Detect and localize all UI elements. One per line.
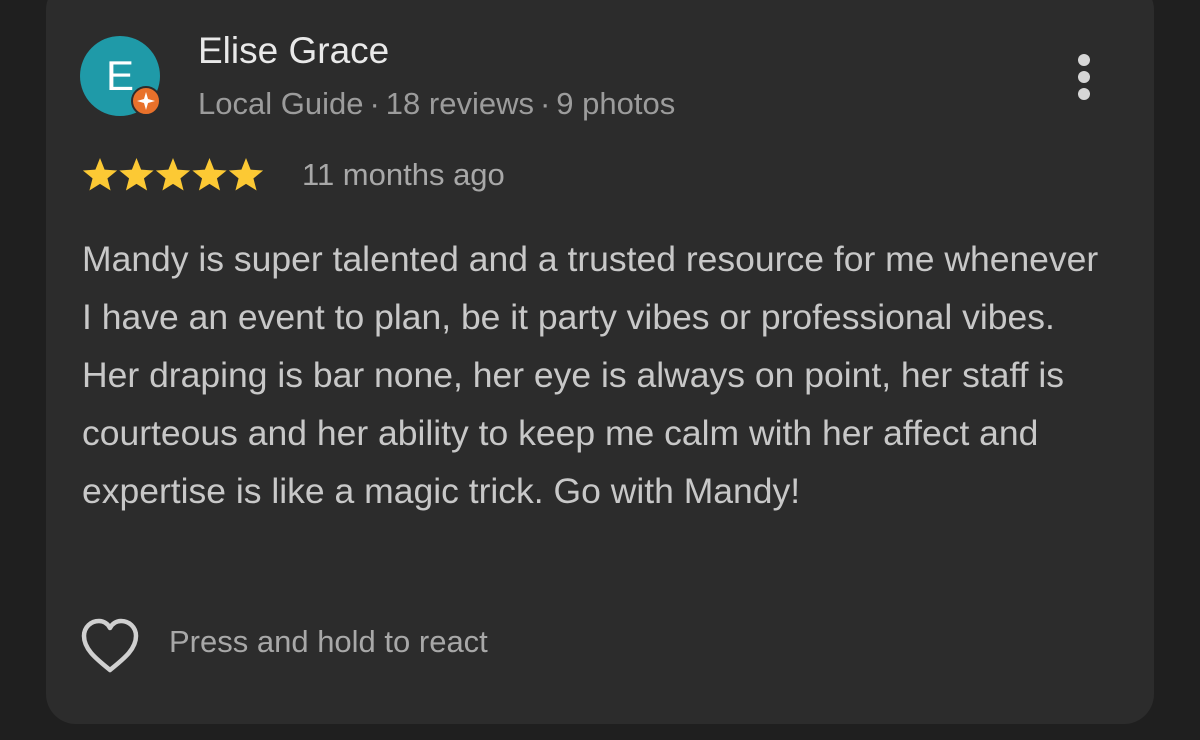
star-icon [155,158,191,191]
heart-outline-icon[interactable] [78,614,142,678]
meta-separator: · [369,86,380,121]
author-meta: Local Guide · 18 reviews · 9 photos [198,86,675,122]
local-guide-label: Local Guide [198,86,364,121]
more-vert-icon[interactable] [1062,50,1106,106]
react-label[interactable]: Press and hold to react [169,624,488,660]
star-icon [192,158,227,191]
meta-separator: · [539,86,551,121]
star-icon [228,158,264,191]
review-text: Mandy is super talented and a trusted re… [82,239,1099,511]
author-name[interactable]: Elise Grace [198,30,389,72]
stars-svg [82,158,264,191]
photo-count: 9 photos [556,86,676,121]
review-date: 11 months ago [302,157,505,192]
star-icon [82,158,118,191]
star-rating [82,157,265,197]
local-guide-badge-icon [131,86,161,116]
star-icon [119,158,154,191]
review-count: 18 reviews [385,86,534,121]
